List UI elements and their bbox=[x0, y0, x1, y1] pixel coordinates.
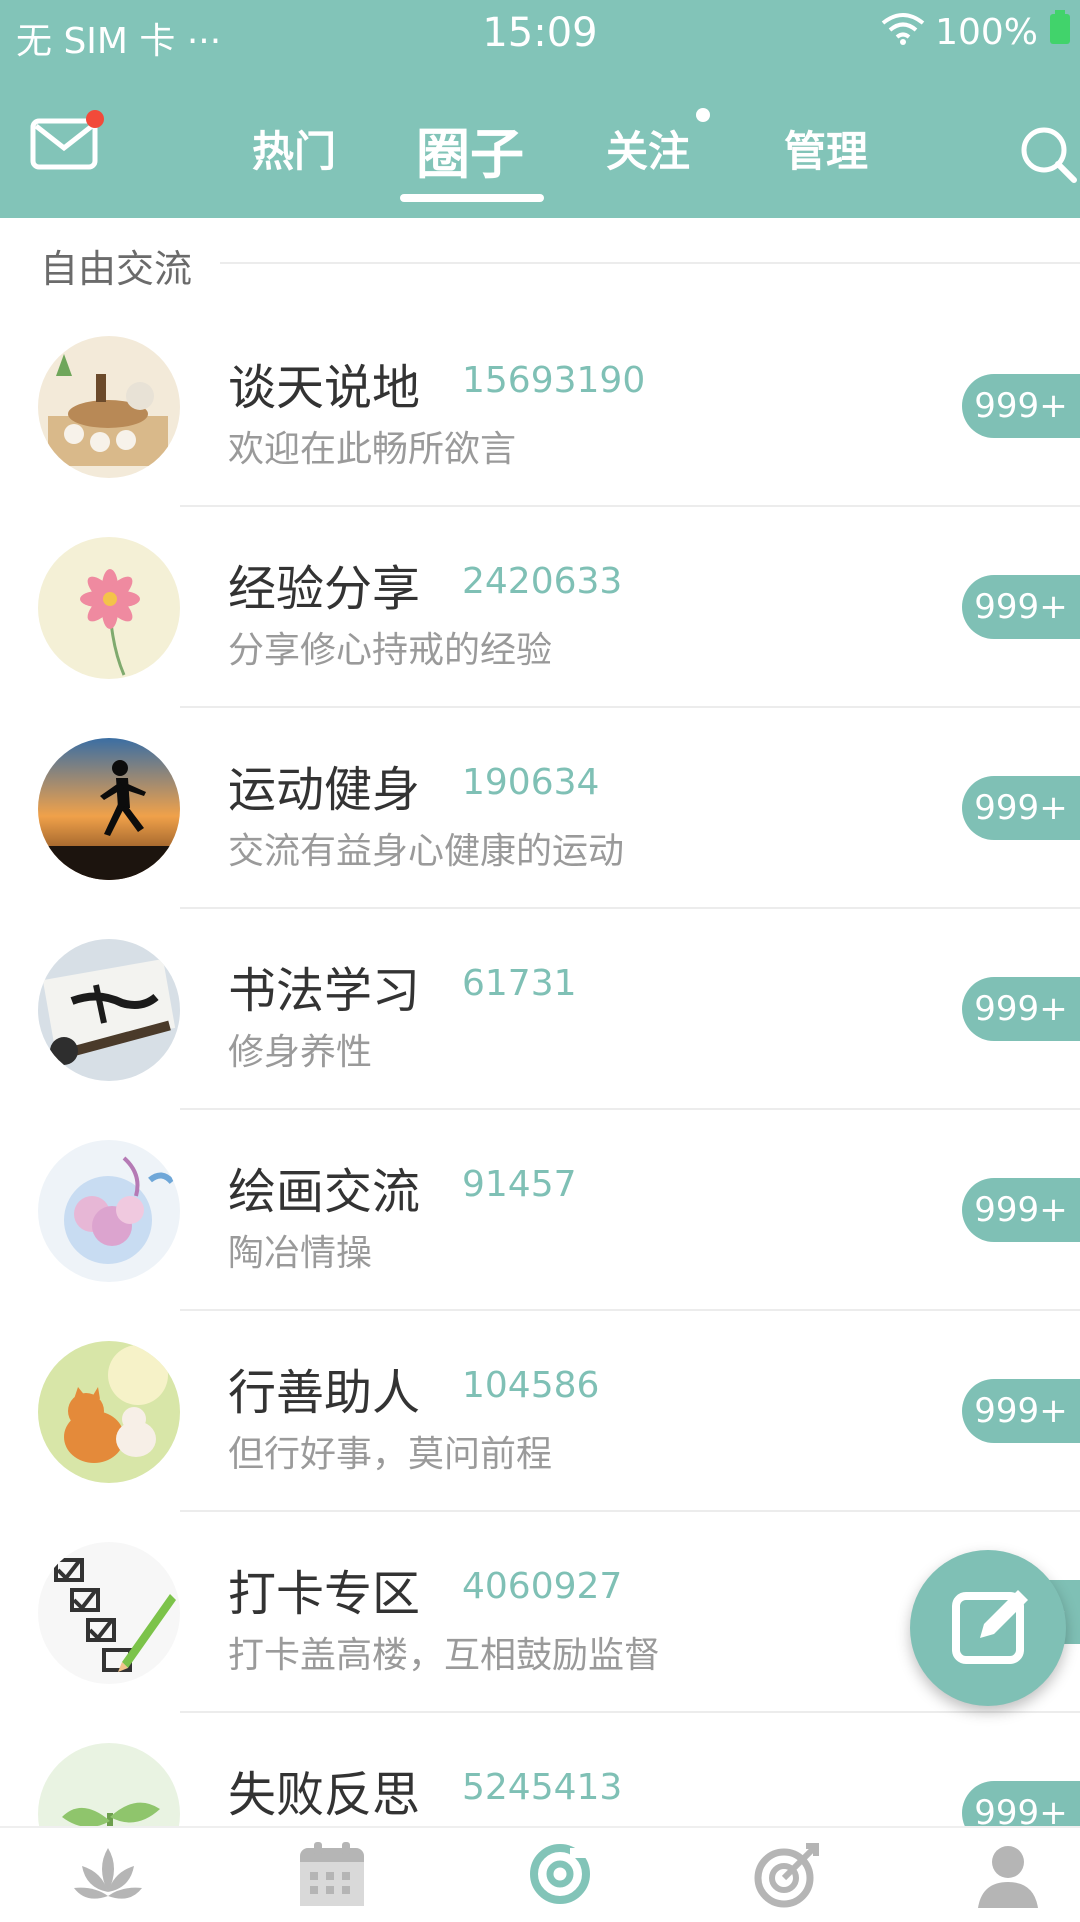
group-name: 失败反思 bbox=[228, 1767, 421, 1823]
top-nav: 热门 圈子 关注 管理 bbox=[0, 72, 1080, 218]
edit-icon bbox=[952, 1590, 1028, 1664]
group-name: 绘画交流 bbox=[228, 1164, 421, 1220]
unread-badge: 999+ bbox=[962, 977, 1080, 1041]
group-name: 谈天说地 bbox=[228, 360, 421, 416]
group-name: 打卡专区 bbox=[228, 1566, 421, 1622]
group-count: 91457 bbox=[462, 1164, 577, 1205]
group-count: 104586 bbox=[462, 1365, 600, 1406]
group-desc: 交流有益身心健康的运动 bbox=[228, 831, 625, 872]
tab-hot[interactable]: 热门 bbox=[252, 118, 336, 179]
nav-circle[interactable] bbox=[520, 1838, 600, 1910]
group-name: 经验分享 bbox=[228, 561, 421, 617]
bottom-nav bbox=[0, 1826, 1080, 1922]
nav-user[interactable] bbox=[968, 1838, 1048, 1910]
lotus-icon bbox=[74, 1848, 142, 1899]
notification-dot bbox=[86, 110, 104, 128]
nav-target[interactable] bbox=[746, 1838, 826, 1910]
group-desc: 陶冶情操 bbox=[228, 1233, 373, 1274]
tea-avatar bbox=[38, 336, 180, 478]
unread-badge: 999+ bbox=[962, 1379, 1080, 1443]
group-count: 5245413 bbox=[462, 1767, 623, 1808]
unread-badge: 999+ bbox=[962, 1178, 1080, 1242]
group-item[interactable]: 行善助人 104586 但行好事，莫问前程 999+ bbox=[0, 1311, 1080, 1512]
group-count: 2420633 bbox=[462, 561, 623, 602]
group-item[interactable]: 绘画交流 91457 陶冶情操 999+ bbox=[0, 1110, 1080, 1311]
nav-calendar[interactable] bbox=[292, 1838, 372, 1910]
group-desc: 打卡盖高楼，互相鼓励监督 bbox=[228, 1635, 661, 1676]
circle-icon bbox=[530, 1844, 590, 1904]
nav-lotus[interactable] bbox=[68, 1838, 148, 1910]
cats-avatar bbox=[38, 1341, 180, 1483]
target-icon bbox=[754, 1843, 819, 1908]
section-header: 自由交流 bbox=[0, 218, 1080, 306]
unread-badge: 999+ bbox=[962, 575, 1080, 639]
runner-avatar bbox=[38, 738, 180, 880]
section-title: 自由交流 bbox=[40, 247, 193, 291]
group-item[interactable]: 书法学习 61731 修身养性 999+ bbox=[0, 909, 1080, 1110]
search-icon bbox=[1021, 127, 1077, 183]
battery-text: 100% bbox=[935, 12, 1038, 53]
group-desc: 但行好事，莫问前程 bbox=[228, 1434, 553, 1475]
user-icon bbox=[978, 1846, 1038, 1908]
group-item[interactable]: 运动健身 190634 交流有益身心健康的运动 999+ bbox=[0, 708, 1080, 909]
mail-button[interactable] bbox=[30, 110, 104, 170]
compose-button[interactable] bbox=[910, 1550, 1066, 1706]
group-count: 190634 bbox=[462, 762, 600, 803]
status-right: 100% bbox=[881, 10, 1072, 55]
tab-manage[interactable]: 管理 bbox=[784, 118, 868, 179]
unread-badge: 999+ bbox=[962, 374, 1080, 438]
tab-follow[interactable]: 关注 bbox=[606, 118, 690, 179]
calendar-icon bbox=[300, 1842, 364, 1906]
group-count: 15693190 bbox=[462, 360, 646, 401]
group-count: 61731 bbox=[462, 963, 577, 1004]
calligraphy-avatar bbox=[38, 939, 180, 1081]
active-tab-indicator bbox=[400, 194, 544, 202]
group-count: 4060927 bbox=[462, 1566, 623, 1607]
group-name: 书法学习 bbox=[228, 963, 421, 1019]
group-name: 运动健身 bbox=[228, 762, 421, 818]
section-divider bbox=[220, 262, 1080, 264]
painting-avatar bbox=[38, 1140, 180, 1282]
unread-badge: 999+ bbox=[962, 776, 1080, 840]
flower-avatar bbox=[38, 537, 180, 679]
battery-icon bbox=[1048, 10, 1072, 55]
group-desc: 分享修心持戒的经验 bbox=[228, 630, 553, 671]
tab-circle[interactable]: 圈子 bbox=[416, 110, 524, 189]
group-desc: 欢迎在此畅所欲言 bbox=[228, 429, 517, 470]
search-button[interactable] bbox=[1010, 120, 1080, 190]
wifi-icon bbox=[881, 11, 925, 54]
mail-icon bbox=[30, 118, 98, 170]
checklist-avatar bbox=[38, 1542, 180, 1684]
group-name: 行善助人 bbox=[228, 1365, 421, 1421]
follow-notification-dot bbox=[696, 108, 710, 122]
status-bar: 无 SIM 卡 ··· 15:09 100% bbox=[0, 0, 1080, 72]
group-item[interactable]: 谈天说地 15693190 欢迎在此畅所欲言 999+ bbox=[0, 306, 1080, 507]
group-item[interactable]: 经验分享 2420633 分享修心持戒的经验 999+ bbox=[0, 507, 1080, 708]
group-desc: 修身养性 bbox=[228, 1032, 373, 1073]
